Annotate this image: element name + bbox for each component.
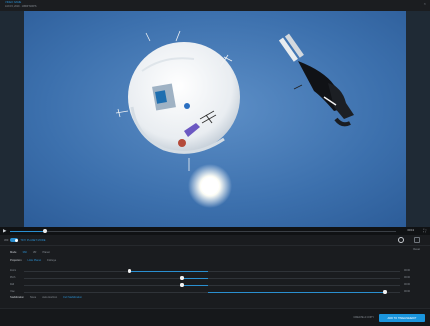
yaw-slider[interactable]: Yaw 00:00 <box>10 290 410 294</box>
yaw-value: 00:00 <box>404 290 410 293</box>
scrubber[interactable] <box>10 229 396 233</box>
roll-value: 00:00 <box>404 283 410 286</box>
pitch-label: Pitch <box>10 276 16 279</box>
letterbox-left <box>0 11 24 227</box>
panel-header: 360 TINY PLANET MODE <box>0 235 430 246</box>
stabilization-option-none[interactable]: None <box>30 296 36 299</box>
yaw-track[interactable] <box>24 290 400 294</box>
yaw-label: Yaw <box>10 290 15 293</box>
roll-track[interactable] <box>24 283 400 287</box>
close-icon[interactable]: × <box>424 2 426 6</box>
zoom-track[interactable] <box>24 269 400 273</box>
snapshot-icon[interactable] <box>414 237 420 243</box>
video-meta: JAN 15, 2019 · 1080P 60FPS <box>5 5 37 8</box>
projection-label: Projection <box>10 259 22 262</box>
mode-label: Mode <box>10 251 17 254</box>
projection-option-little-planet[interactable]: Little Planet <box>28 259 42 262</box>
reset-link[interactable]: Reset <box>413 248 420 251</box>
roll-slider[interactable]: Roll 00:00 <box>10 283 410 287</box>
settings-panel: 360 TINY PLANET MODE Reset Mode 360 VR P… <box>0 235 430 308</box>
fullscreen-icon[interactable]: ⛶ <box>423 228 426 233</box>
zoom-label: Zoom <box>10 269 17 272</box>
toggle-right-label: TINY PLANET MODE <box>20 238 46 242</box>
mode-row: Mode 360 VR Planet <box>10 251 50 254</box>
pitch-handle[interactable] <box>180 276 184 280</box>
create-copy-button[interactable]: CREATE A COPY <box>353 316 374 319</box>
yaw-fill <box>208 291 385 293</box>
mode-option-360[interactable]: 360 <box>23 251 27 254</box>
video-title: VIDEO NAME <box>5 1 22 4</box>
pitch-fill <box>181 277 209 279</box>
playback-controls: ▶ 00:13 ⛶ <box>0 227 430 235</box>
yaw-handle[interactable] <box>383 290 387 294</box>
timecode: 00:13 <box>407 228 415 232</box>
title-bar: VIDEO NAME JAN 15, 2019 · 1080P 60FPS × <box>0 0 430 11</box>
toggle-left-label: 360 <box>4 238 9 242</box>
reset-view-icon[interactable] <box>398 237 404 243</box>
mode-option-planet[interactable]: Planet <box>42 251 49 254</box>
mode-toggle[interactable]: 360 TINY PLANET MODE <box>4 238 45 242</box>
add-to-timeline-button[interactable]: ADD TO TIMELINE/EDIT <box>379 314 425 322</box>
zoom-value: 00:00 <box>404 269 410 272</box>
video-frame[interactable] <box>24 11 406 227</box>
pitch-value: 00:00 <box>404 276 410 279</box>
stabilization-row: Stabilization None Auto Horizon Full Sta… <box>10 296 82 299</box>
stabilization-label: Stabilization <box>10 296 24 299</box>
roll-fill <box>181 284 209 286</box>
video-viewer[interactable] <box>0 11 430 227</box>
stabilization-option-auto-horizon[interactable]: Auto Horizon <box>42 296 57 299</box>
planet-sphere <box>128 42 240 154</box>
mode-option-vr[interactable]: VR <box>33 251 37 254</box>
roll-label: Roll <box>10 283 15 286</box>
play-icon[interactable]: ▶ <box>3 228 6 233</box>
stabilization-option-full[interactable]: Full Stabilization <box>63 296 82 299</box>
scrubber-progress <box>10 230 45 232</box>
scrubber-handle[interactable] <box>42 229 47 233</box>
tiny-planet-image <box>24 11 406 227</box>
projection-row: Projection Little Planet Fisheye <box>10 259 56 262</box>
zoom-fill <box>129 270 209 272</box>
footer-bar: CREATE A COPY ADD TO TIMELINE/EDIT <box>0 308 430 326</box>
projection-option-fisheye[interactable]: Fisheye <box>47 259 56 262</box>
letterbox-right <box>406 11 430 227</box>
pitch-slider[interactable]: Pitch 00:00 <box>10 276 410 280</box>
zoom-slider[interactable]: Zoom 00:00 <box>10 269 410 273</box>
roll-handle[interactable] <box>180 283 184 287</box>
zoom-handle[interactable] <box>127 269 131 273</box>
pitch-track[interactable] <box>24 276 400 280</box>
tiny-planet-switch[interactable] <box>10 238 19 242</box>
